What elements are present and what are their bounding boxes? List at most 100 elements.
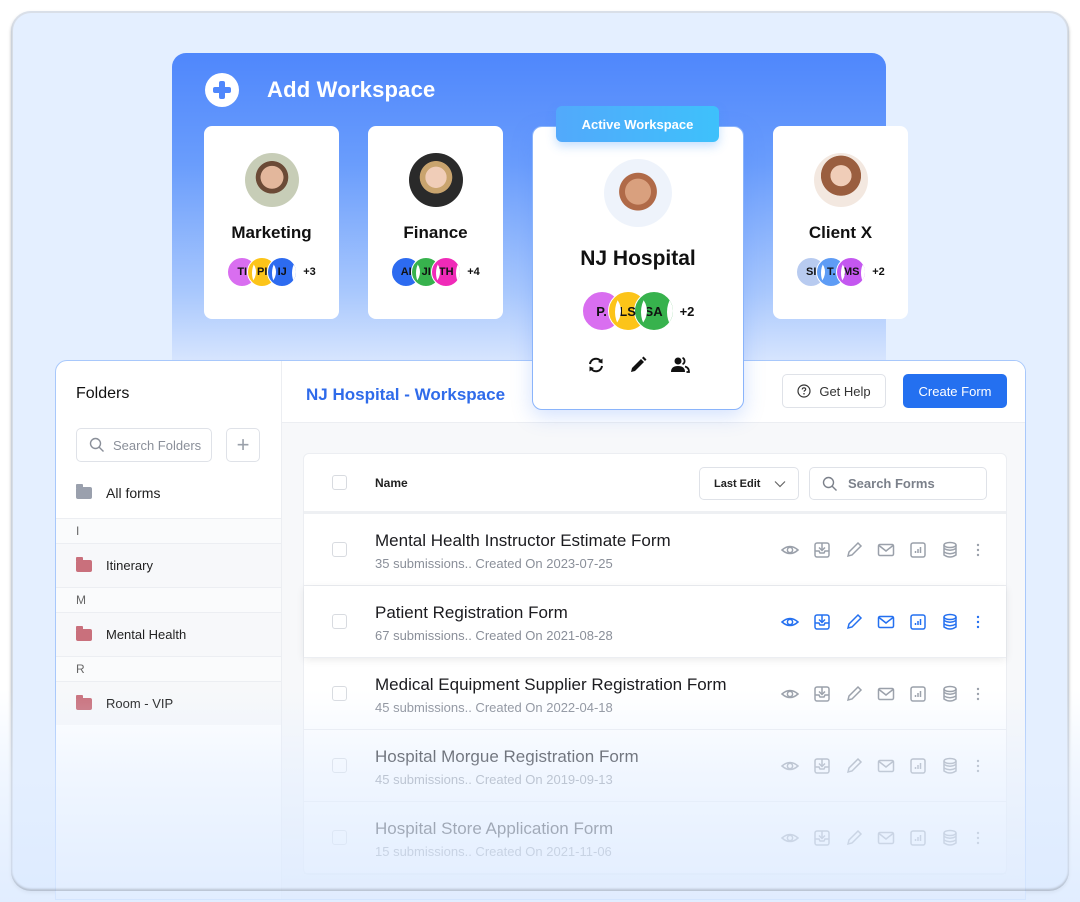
- download-icon[interactable]: [812, 756, 832, 776]
- folder-icon: [76, 694, 92, 710]
- form-title[interactable]: Patient Registration Form: [375, 603, 568, 623]
- workspace-actions: [586, 355, 690, 375]
- more-icon[interactable]: [972, 540, 984, 560]
- edit-pencil-icon[interactable]: [628, 355, 648, 375]
- more-icon[interactable]: [972, 684, 984, 704]
- member-more-count: +2: [872, 266, 885, 278]
- email-icon[interactable]: [876, 540, 896, 560]
- form-meta: 45 submissions.. Created On 2019-09-13: [375, 772, 613, 787]
- folder-item[interactable]: Itinerary: [56, 543, 281, 587]
- database-icon[interactable]: [940, 756, 960, 776]
- folder-item[interactable]: Room - VIP: [56, 681, 281, 725]
- database-icon[interactable]: [940, 612, 960, 632]
- edit-icon[interactable]: [844, 612, 864, 632]
- create-form-button[interactable]: Create Form: [903, 374, 1007, 408]
- row-checkbox[interactable]: [332, 542, 347, 557]
- chevron-down-icon: [775, 480, 786, 487]
- email-icon[interactable]: [876, 756, 896, 776]
- form-meta: 35 submissions.. Created On 2023-07-25: [375, 556, 613, 571]
- workspace-card-finance[interactable]: Finance AI JI TH +4: [368, 126, 503, 319]
- folder-icon: [76, 484, 92, 499]
- form-title[interactable]: Hospital Store Application Form: [375, 819, 613, 839]
- workspace-name: Finance: [403, 223, 468, 242]
- sync-icon[interactable]: [586, 355, 606, 375]
- member-stack: AI JI TH +4: [391, 257, 480, 287]
- edit-icon[interactable]: [844, 540, 864, 560]
- folder-item[interactable]: Mental Health: [56, 612, 281, 656]
- help-circle-icon: [797, 384, 811, 398]
- report-icon[interactable]: [908, 612, 928, 632]
- table-body: Mental Health Instructor Estimate Form 35…: [304, 514, 1006, 874]
- view-icon[interactable]: [780, 828, 800, 848]
- workspace-card-nj-hospital[interactable]: NJ Hospital P. LS SA +2: [532, 126, 744, 410]
- member-more-count: +3: [303, 266, 316, 278]
- more-icon[interactable]: [972, 756, 984, 776]
- row-checkbox[interactable]: [332, 830, 347, 845]
- report-icon[interactable]: [908, 684, 928, 704]
- name-column-header: Name: [375, 475, 408, 490]
- select-all-checkbox[interactable]: [332, 475, 347, 490]
- form-title[interactable]: Mental Health Instructor Estimate Form: [375, 531, 671, 551]
- report-icon[interactable]: [908, 828, 928, 848]
- folder-icon: [76, 625, 92, 641]
- folder-list: I Itinerary M Mental Health R Room - VIP: [56, 518, 281, 725]
- workspace-card-marketing[interactable]: Marketing TI PI IJ +3: [204, 126, 339, 319]
- table-row[interactable]: Hospital Store Application Form 15 submis…: [304, 802, 1006, 874]
- view-icon[interactable]: [780, 540, 800, 560]
- row-checkbox[interactable]: [332, 758, 347, 773]
- folder-group-letter: R: [56, 656, 281, 681]
- plus-circle-icon: [205, 73, 239, 107]
- get-help-button[interactable]: Get Help: [782, 374, 886, 408]
- search-forms-input[interactable]: Search Forms: [809, 467, 987, 500]
- download-icon[interactable]: [812, 540, 832, 560]
- form-title[interactable]: Hospital Morgue Registration Form: [375, 747, 639, 767]
- row-checkbox[interactable]: [332, 686, 347, 701]
- database-icon[interactable]: [940, 828, 960, 848]
- table-row[interactable]: Mental Health Instructor Estimate Form 35…: [304, 514, 1006, 586]
- download-icon[interactable]: [812, 684, 832, 704]
- workspace-avatar: [813, 153, 868, 207]
- add-folder-button[interactable]: +: [226, 428, 260, 462]
- report-icon[interactable]: [908, 756, 928, 776]
- form-title[interactable]: Medical Equipment Supplier Registration …: [375, 675, 727, 695]
- download-icon[interactable]: [812, 828, 832, 848]
- email-icon[interactable]: [876, 828, 896, 848]
- email-icon[interactable]: [876, 612, 896, 632]
- add-workspace-label: Add Workspace: [267, 77, 436, 102]
- forms-table: Name Last Edit Search Forms Mental Healt…: [303, 453, 1007, 875]
- report-icon[interactable]: [908, 540, 928, 560]
- workspace-name: Client X: [808, 223, 873, 242]
- row-actions: [780, 540, 984, 560]
- edit-icon[interactable]: [844, 828, 864, 848]
- view-icon[interactable]: [780, 756, 800, 776]
- email-icon[interactable]: [876, 684, 896, 704]
- workspace-title: NJ Hospital - Workspace: [306, 385, 506, 404]
- table-header: Name Last Edit Search Forms: [304, 454, 1006, 514]
- workspace-card-client-x[interactable]: Client X SI T. MS +2: [773, 126, 908, 319]
- all-forms-item[interactable]: All forms: [76, 484, 160, 501]
- view-icon[interactable]: [780, 684, 800, 704]
- table-row[interactable]: Medical Equipment Supplier Registration …: [304, 658, 1006, 730]
- search-folders-input[interactable]: Search Folders: [76, 428, 212, 462]
- form-meta: 15 submissions.. Created On 2021-11-06: [375, 844, 612, 859]
- members-icon[interactable]: [670, 355, 690, 375]
- edit-icon[interactable]: [844, 756, 864, 776]
- edit-icon[interactable]: [844, 684, 864, 704]
- database-icon[interactable]: [940, 540, 960, 560]
- add-workspace-button[interactable]: Add Workspace: [205, 73, 435, 107]
- forms-main: NJ Hospital - Workspace Get Help Create …: [282, 361, 1025, 899]
- forms-panel: Folders Search Folders + All forms I Iti…: [55, 360, 1026, 900]
- more-icon[interactable]: [972, 612, 984, 632]
- search-icon: [89, 437, 104, 452]
- table-row[interactable]: Patient Registration Form 67 submissions.…: [304, 586, 1006, 658]
- database-icon[interactable]: [940, 684, 960, 704]
- active-workspace-badge: Active Workspace: [556, 106, 719, 142]
- more-icon[interactable]: [972, 828, 984, 848]
- sort-dropdown[interactable]: Last Edit: [699, 467, 799, 500]
- view-icon[interactable]: [780, 612, 800, 632]
- row-actions: [780, 684, 984, 704]
- row-checkbox[interactable]: [332, 614, 347, 629]
- table-row[interactable]: Hospital Morgue Registration Form 45 subm…: [304, 730, 1006, 802]
- download-icon[interactable]: [812, 612, 832, 632]
- form-meta: 67 submissions.. Created On 2021-08-28: [375, 628, 613, 643]
